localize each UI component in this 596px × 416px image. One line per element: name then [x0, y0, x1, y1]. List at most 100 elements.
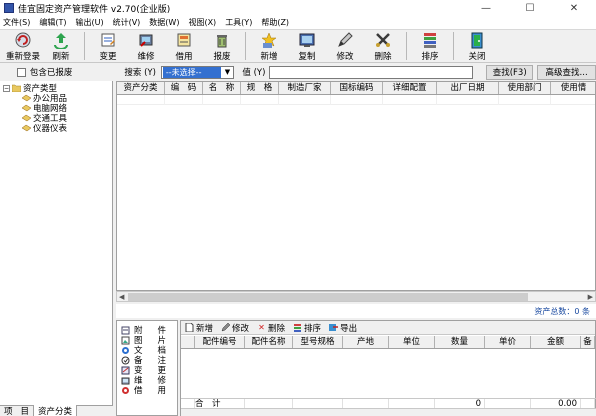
include-scrapped-label: 包含已报废 [29, 68, 73, 78]
menu-output[interactable]: 输出(U) [75, 17, 103, 28]
category-icon [21, 104, 32, 112]
scrollbar-thumb[interactable] [128, 293, 528, 301]
column-header[interactable]: 单价 [485, 336, 531, 348]
export-icon [329, 323, 339, 332]
delete-button[interactable]: 删除 [364, 29, 402, 62]
parts-grid-header: 配件编号 配件名称 型号规格 产地 单位 数量 单价 金额 备 [181, 336, 595, 349]
menu-statistics[interactable]: 统计(V) [113, 17, 141, 28]
left-tab-strip: 项 目 资产分类 [0, 404, 113, 416]
borrow-button[interactable]: 借用 [165, 29, 203, 62]
edit-label: 修改 [336, 52, 354, 62]
menu-view[interactable]: 视图(X) [188, 17, 216, 28]
toolbar-separator [84, 32, 85, 60]
column-header[interactable]: 金额 [531, 336, 581, 348]
tree-item-instruments[interactable]: 仪器仪表 [21, 123, 67, 134]
document-icon [121, 346, 130, 355]
column-header[interactable]: 使用部门 [499, 82, 551, 94]
parts-delete-button[interactable]: ✕ 删除 [257, 322, 285, 334]
change-button[interactable]: 变更 [89, 29, 127, 62]
minimize-button[interactable]: — [464, 0, 508, 16]
search-field-select[interactable]: --未选择-- ▼ [160, 65, 235, 79]
column-header[interactable]: 备 [581, 336, 595, 348]
borrow-icon [175, 31, 193, 49]
relogin-icon [14, 31, 32, 49]
change-icon [121, 366, 130, 375]
column-header[interactable]: 制造厂家 [279, 82, 331, 94]
parts-export-button[interactable]: 导出 [329, 322, 357, 334]
close-button[interactable]: 关闭 [458, 29, 496, 62]
column-header[interactable]: 编 码 [165, 82, 203, 94]
column-header[interactable]: 规 格 [241, 82, 279, 94]
parts-export-label: 导出 [340, 323, 358, 334]
category-icon [21, 124, 32, 132]
asset-grid[interactable]: 资产分类 编 码 名 称 规 格 制造厂家 国标编码 详细配置 出厂日期 使用部… [116, 81, 596, 291]
advanced-find-button[interactable]: 高级查找... [537, 64, 596, 80]
column-header[interactable]: 国标编码 [331, 82, 383, 94]
add-button[interactable]: 新增 [250, 29, 288, 62]
total-label: 合 计 [195, 399, 245, 408]
menu-help[interactable]: 帮助(Z) [261, 17, 289, 28]
menu-file[interactable]: 文件(S) [3, 17, 30, 28]
parts-sort-button[interactable]: 排序 [293, 322, 321, 334]
detail-tab-list: 附件 图片 文档 备注 变更 维修 借用 [116, 320, 178, 416]
copy-button[interactable]: 复制 [288, 29, 326, 62]
repair-button[interactable]: 维修 [127, 29, 165, 62]
detail-tab-label: 借用 [134, 386, 182, 396]
column-header[interactable]: 型号规格 [293, 336, 343, 348]
tab-catalog[interactable]: 目 [17, 405, 34, 416]
tab-item[interactable]: 项 [0, 405, 17, 416]
sort-button[interactable]: 排序 [411, 29, 449, 62]
attachment-icon [121, 326, 130, 335]
menu-data[interactable]: 数据(W) [149, 17, 179, 28]
relogin-button[interactable]: 重新登录 [4, 29, 42, 62]
app-icon [4, 3, 14, 13]
column-header[interactable]: 使用情 [551, 82, 595, 94]
column-header[interactable]: 资产分类 [117, 82, 165, 94]
search-field-label: 搜索 (Y) [124, 68, 156, 78]
row-indicator-header [181, 336, 195, 348]
value-input[interactable] [269, 65, 474, 79]
parts-edit-button[interactable]: 修改 [221, 322, 249, 334]
repair-icon [137, 31, 155, 49]
find-button[interactable]: 查找(F3) [486, 64, 534, 80]
parts-edit-label: 修改 [232, 323, 250, 334]
collapse-icon[interactable]: − [3, 84, 10, 92]
detail-tab-borrowing[interactable]: 借用 [121, 385, 182, 396]
delete-icon [374, 31, 392, 49]
folder-icon [11, 84, 22, 93]
tab-asset-category[interactable]: 资产分类 [33, 404, 78, 416]
column-header[interactable]: 详细配置 [383, 82, 437, 94]
edit-button[interactable]: 修改 [326, 29, 364, 62]
column-header[interactable]: 配件名称 [245, 336, 293, 348]
parts-toolbar: 新增 修改 ✕ 删除 排序 导出 [181, 321, 595, 335]
refresh-label: 刷新 [52, 52, 70, 62]
close-window-button[interactable]: ✕ [552, 0, 596, 16]
scrap-button[interactable]: 报废 [203, 29, 241, 62]
refresh-button[interactable]: 刷新 [42, 29, 80, 62]
scroll-right-icon[interactable]: ▶ [588, 293, 595, 301]
column-header[interactable]: 配件编号 [195, 336, 245, 348]
parts-add-button[interactable]: 新增 [185, 322, 213, 334]
column-header[interactable]: 数量 [435, 336, 485, 348]
delete-label: 删除 [374, 52, 392, 62]
maximize-button[interactable]: ☐ [508, 0, 552, 16]
table-row[interactable] [117, 95, 595, 105]
add-icon [260, 31, 278, 49]
edit-icon [336, 31, 354, 49]
column-header[interactable]: 单位 [389, 336, 435, 348]
menu-tools[interactable]: 工具(Y) [225, 17, 252, 28]
copy-label: 复制 [298, 52, 316, 62]
status-row: 资产总数：0 条 [116, 304, 596, 318]
relogin-label: 重新登录 [5, 52, 40, 62]
column-header[interactable]: 产地 [343, 336, 389, 348]
copy-icon [298, 31, 316, 49]
total-amount: 0.00 [531, 399, 581, 408]
parts-horizontal-scrollbar[interactable] [181, 408, 596, 416]
column-header[interactable]: 出厂日期 [437, 82, 499, 94]
menu-edit[interactable]: 编辑(T) [39, 17, 66, 28]
grid-horizontal-scrollbar[interactable]: ◀ ▶ [116, 291, 596, 302]
grid-header: 资产分类 编 码 名 称 规 格 制造厂家 国标编码 详细配置 出厂日期 使用部… [117, 82, 595, 95]
include-scrapped-checkbox[interactable] [17, 67, 26, 77]
scroll-left-icon[interactable]: ◀ [117, 293, 124, 301]
column-header[interactable]: 名 称 [203, 82, 241, 94]
